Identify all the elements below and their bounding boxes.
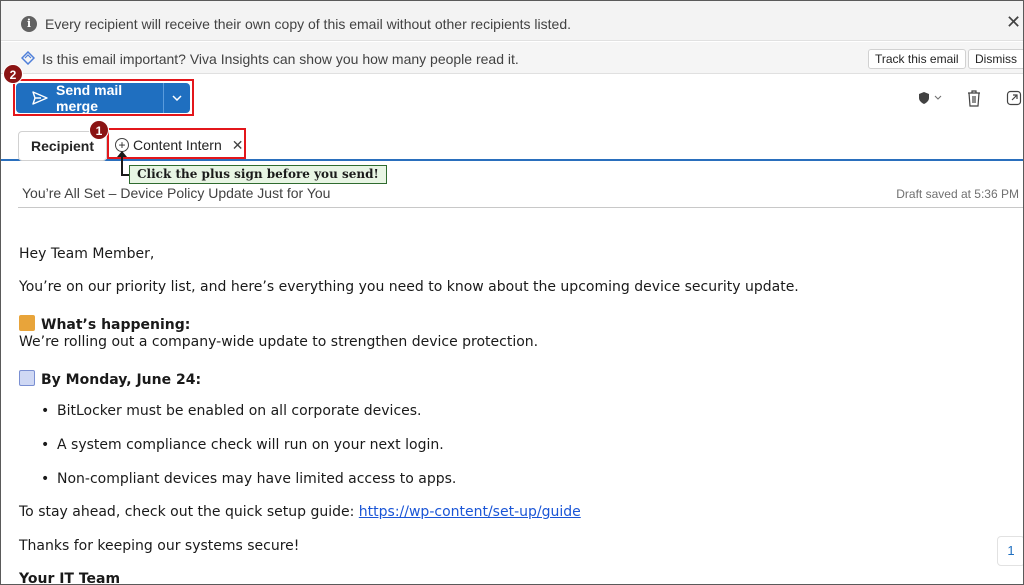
lock-emoji-icon — [19, 315, 35, 331]
thanks-line: Thanks for keeping our systems secure! — [19, 538, 300, 554]
info-bar-text: Every recipient will receive their own c… — [45, 16, 572, 32]
calendar-emoji-icon — [19, 370, 35, 386]
guide-paragraph: To stay ahead, check out the quick setup… — [19, 504, 581, 520]
happening-heading: What’s happening: — [41, 317, 191, 333]
deadline-heading: By Monday, June 24: — [41, 372, 202, 388]
info-bar: i Every recipient will receive their own… — [1, 1, 1023, 41]
list-item: BitLocker must be enabled on all corpora… — [41, 403, 421, 419]
intro-paragraph: You’re on our priority list, and here’s … — [19, 279, 799, 295]
draft-status: Draft saved at 5:36 PM — [896, 187, 1019, 201]
compose-window: i Every recipient will receive their own… — [0, 0, 1024, 585]
signature: Your IT Team — [19, 571, 121, 585]
list-item: A system compliance check will run on yo… — [41, 437, 444, 453]
page-indicator[interactable]: 1 — [997, 536, 1023, 566]
callout-arrow-line — [121, 155, 123, 175]
guide-prefix: To stay ahead, check out the quick setup… — [19, 504, 359, 520]
greeting: Hey Team Member, — [19, 246, 155, 262]
happening-text: We’re rolling out a company-wide update … — [19, 334, 539, 350]
viva-insights-icon — [21, 51, 35, 65]
list-item: Non-compliant devices may have limited a… — [41, 471, 456, 487]
dismiss-button[interactable]: Dismiss — [968, 49, 1023, 69]
info-icon: i — [21, 16, 37, 32]
sensitivity-button[interactable] — [917, 89, 945, 107]
instruction-callout: Click the plus sign before you send! — [129, 165, 387, 184]
step-badge-2: 2 — [3, 64, 23, 84]
guide-link[interactable]: https://wp-content/set-up/guide — [359, 504, 581, 520]
sensitivity-icon — [919, 92, 942, 104]
trash-icon — [968, 90, 980, 107]
deadline-heading-line: By Monday, June 24: — [19, 370, 201, 388]
subject-row[interactable]: You’re All Set – Device Policy Update Ju… — [18, 184, 1023, 208]
step-badge-1: 1 — [89, 120, 109, 140]
viva-insights-text: Is this email important? Viva Insights c… — [42, 51, 519, 67]
close-icon[interactable]: ✕ — [1006, 13, 1021, 31]
viva-insights-bar: Is this email important? Viva Insights c… — [1, 42, 1023, 74]
recipient-highlight-box — [107, 128, 246, 159]
happening-heading-line: What’s happening: — [19, 315, 190, 333]
popout-button[interactable] — [1003, 89, 1023, 107]
toolbar-actions — [917, 89, 1023, 107]
track-email-button[interactable]: Track this email — [868, 49, 966, 69]
discard-button[interactable] — [963, 89, 985, 107]
popout-icon — [1006, 90, 1022, 106]
send-highlight-box — [13, 79, 194, 116]
subject-field[interactable]: You’re All Set – Device Policy Update Ju… — [22, 185, 330, 201]
